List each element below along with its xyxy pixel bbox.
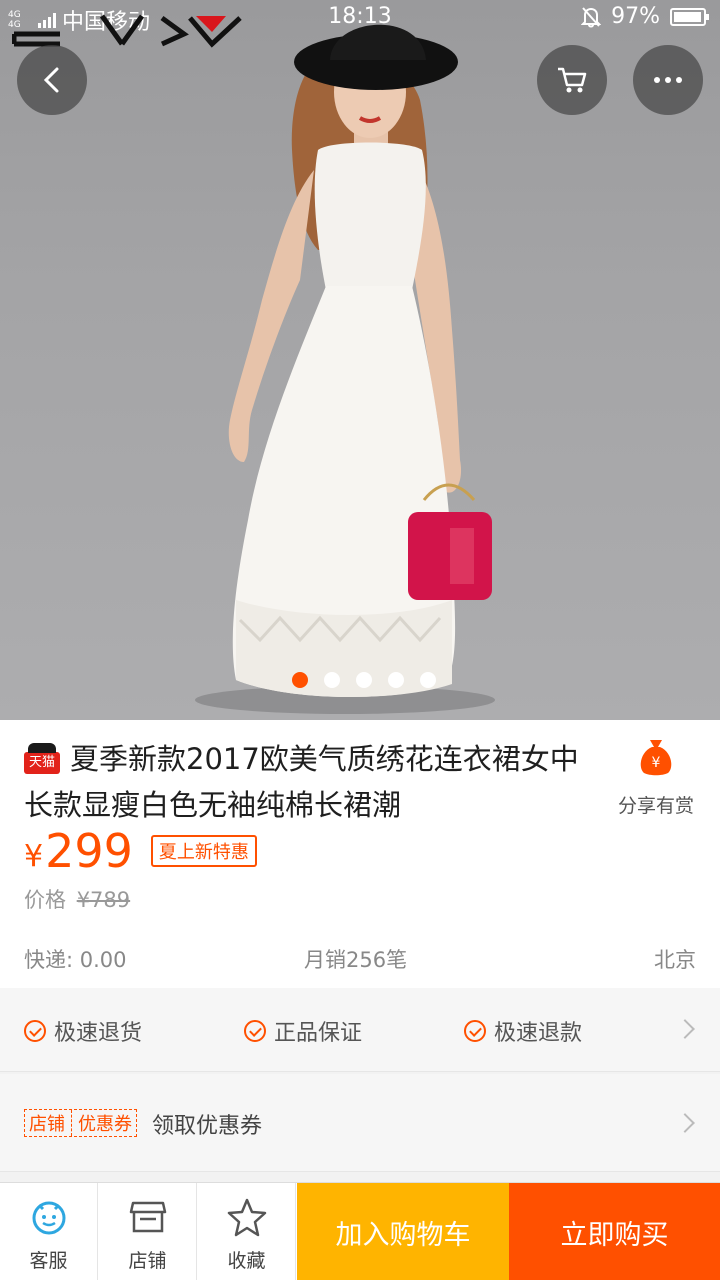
guarantee-fast-return: 极速退货 [24,1015,142,1047]
original-price-label: 价格 [24,888,66,912]
shop-button[interactable]: 店铺 [99,1183,197,1280]
tmall-badge: 天猫 [24,743,60,774]
gallery-dot [388,672,404,688]
product-title: 夏季新款2017欧美气质绣花连衣裙女中长款显瘦白色无袖纯棉长裙潮 [24,742,579,822]
favorite-button[interactable]: 收藏 [198,1183,296,1280]
product-image-gallery[interactable]: 4G 4G 中国移动 18:13 97% [0,0,720,720]
promo-tag: 夏上新特惠 [150,835,257,867]
chevron-right-icon [675,1019,695,1039]
battery-percent: 97% [611,4,660,29]
service-guarantees[interactable]: 极速退货 正品保证 极速退款 [0,988,720,1072]
share-reward-button[interactable]: ¥ 分享有赏 [614,738,698,818]
battery-icon [670,7,709,26]
back-button[interactable] [17,45,87,115]
product-info: 天猫 夏季新款2017欧美气质绣花连衣裙女中长款显瘦白色无袖纯棉长裙潮 ¥ 分享有… [0,720,720,988]
gallery-dot [356,672,372,688]
shop-coupon-tag: 店铺 优惠券 [24,1109,137,1137]
customer-service-icon [32,1201,65,1235]
check-circle-icon [244,1020,266,1042]
mute-bell-icon [581,6,602,27]
currency-symbol: ¥ [24,838,44,874]
claim-coupon-label: 领取优惠券 [152,1114,263,1139]
buy-now-button[interactable]: 立即购买 [509,1183,720,1280]
money-bag-icon: ¥ [640,740,672,776]
current-price: 299 [45,824,133,878]
chevron-right-icon [675,1113,695,1133]
brand-logo-watermark [12,14,242,48]
share-reward-label: 分享有赏 [617,795,694,817]
shipping-fee: 快递: 0.00 [24,948,127,972]
coupon-tag-shop: 店铺 [29,1114,65,1135]
ship-location: 北京 [654,948,696,972]
guarantee-authentic: 正品保证 [244,1015,362,1047]
gallery-dot [420,672,436,688]
original-price: ¥789 [76,888,131,912]
coupon-row[interactable]: 店铺 优惠券 领取优惠券 [0,1074,720,1172]
guarantee-label: 正品保证 [274,1021,363,1046]
guarantee-label: 极速退货 [54,1021,143,1046]
back-icon [43,67,59,93]
customer-service-label: 客服 [29,1250,68,1272]
price-row: ¥ 299 夏上新特惠 [24,824,257,878]
coupon-tag-coupon: 优惠券 [71,1110,132,1136]
favorite-label: 收藏 [227,1250,266,1272]
add-to-cart-button[interactable]: 加入购物车 [297,1183,509,1280]
gallery-dot [324,672,340,688]
cart-button[interactable] [537,45,607,115]
svg-text:¥: ¥ [652,755,661,771]
original-price-row: 价格 ¥789 [24,884,130,914]
cart-icon [558,67,587,93]
more-button[interactable] [633,45,703,115]
shop-icon [129,1201,166,1233]
gallery-dot [292,672,308,688]
guarantee-label: 极速退款 [494,1021,583,1046]
shop-label: 店铺 [128,1250,167,1272]
check-circle-icon [464,1020,486,1042]
bottom-action-bar: 客服 店铺 收藏 加入购物车 立即购买 [0,1182,720,1280]
check-circle-icon [24,1020,46,1042]
guarantee-fast-refund: 极速退款 [464,1015,582,1047]
product-photo [195,24,495,714]
monthly-sales: 月销256笔 [304,948,408,972]
gallery-indicator [0,672,720,688]
customer-service-button[interactable]: 客服 [0,1183,98,1280]
shipping-sales-row: 快递: 0.00 月销256笔 北京 [24,944,696,974]
star-icon [227,1198,266,1237]
more-icon [654,77,682,83]
product-title-row: 天猫 夏季新款2017欧美气质绣花连衣裙女中长款显瘦白色无袖纯棉长裙潮 [24,736,600,828]
